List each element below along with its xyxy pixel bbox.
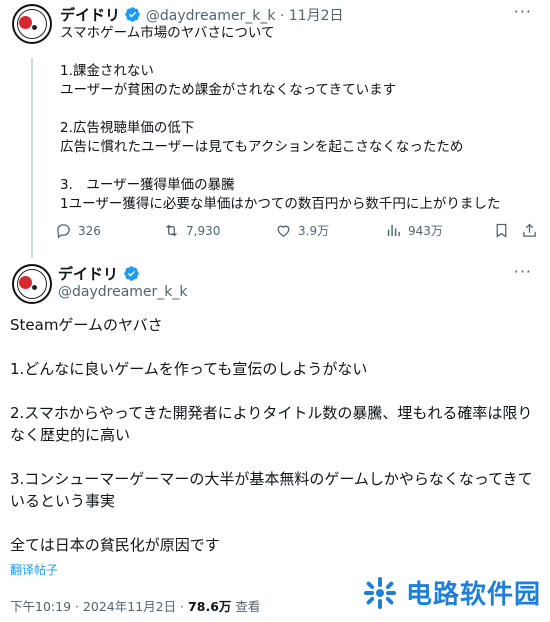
retweet-button[interactable]: 7,930 [163,222,220,239]
watermark-text: 电路软件园 [406,580,542,610]
watermark-icon [364,576,396,609]
view-count: 78.6万 [188,599,232,614]
reply-count: 326 [78,223,101,238]
tweet-text: スマホゲーム市場のヤバさについて 1.課金されない ユーザーが貧困のため課金がさ… [60,25,501,212]
thread-line [31,58,33,258]
reply-icon [57,224,70,239]
handle[interactable]: @daydreamer_k_k [146,8,276,24]
bookmark-icon [496,223,507,238]
like-count: 3.9万 [298,224,330,238]
display-name[interactable]: デイドリ [60,6,120,24]
views-icon [387,224,400,237]
views-button[interactable]: 943万 [385,222,443,239]
avatar[interactable] [12,264,52,304]
retweet-icon [166,224,177,237]
like-button[interactable]: 3.9万 [275,222,329,239]
bookmark-button[interactable] [493,222,510,239]
view-count: 943万 [408,224,443,238]
translate-link[interactable]: 翻译帖子 [10,561,58,578]
share-icon [523,223,536,237]
tweet-actions: 326 7,930 3.9万 943万 [55,222,536,242]
reply-button[interactable]: 326 [55,222,101,239]
share-button[interactable] [521,222,538,239]
handle[interactable]: @daydreamer_k_k [58,284,188,300]
display-name[interactable]: デイドリ [58,265,118,283]
like-icon [277,225,290,237]
timestamp[interactable]: 下午10:19 · 2024年11月2日 · [10,599,188,614]
retweet-count: 7,930 [186,223,221,238]
verified-icon [123,265,140,286]
watermark-logo: 电路软件园 [362,574,541,611]
tweet-date[interactable]: 11月2日 [289,8,344,24]
separator: · [279,8,285,24]
view-label: 查看 [231,599,261,614]
more-icon[interactable]: ··· [514,2,532,21]
avatar[interactable] [12,4,52,44]
tweet-text: Steamゲームのヤバさ 1.どんなに良いゲームを作っても宣伝のしようがない 2… [10,316,533,554]
tweet-meta: 下午10:19 · 2024年11月2日 · 78.6万 查看 [10,596,260,615]
more-icon[interactable]: ··· [514,262,532,281]
